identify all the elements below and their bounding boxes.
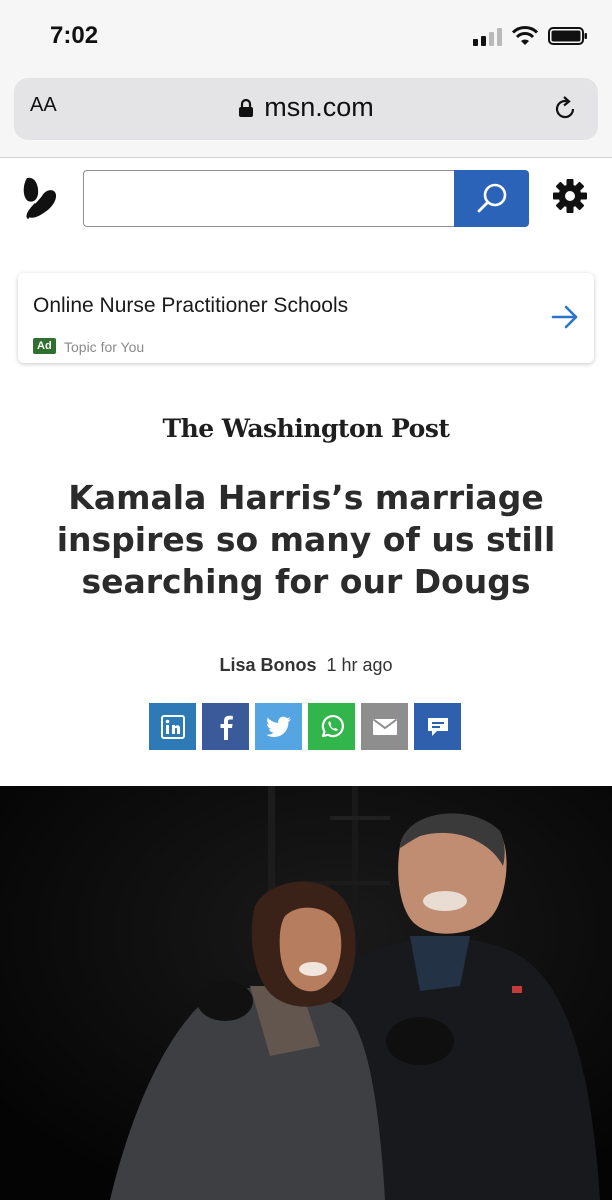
ad-title[interactable]: Online Nurse Practitioner Schools — [33, 294, 348, 318]
status-time: 7:02 — [50, 22, 99, 49]
url-text: msn.com — [264, 92, 374, 122]
facebook-icon — [220, 715, 233, 740]
ad-card[interactable]: Online Nurse Practitioner Schools Ad Top… — [18, 273, 594, 363]
email-icon — [372, 718, 397, 735]
publisher-logo[interactable]: The Washington Post — [0, 414, 612, 443]
linkedin-icon — [160, 714, 185, 739]
ad-subtitle: Topic for You — [64, 339, 145, 355]
msn-header — [0, 159, 612, 249]
author-name[interactable]: Lisa Bonos — [219, 655, 316, 675]
email-share-button[interactable] — [361, 703, 408, 750]
msn-butterfly-logo[interactable] — [20, 174, 62, 224]
comments-button[interactable] — [414, 703, 461, 750]
search-icon — [477, 183, 506, 212]
linkedin-share-button[interactable] — [149, 703, 196, 750]
reload-icon[interactable] — [550, 94, 580, 124]
gear-icon[interactable] — [552, 178, 588, 214]
signal-icon — [473, 28, 502, 46]
share-buttons — [149, 703, 461, 750]
facebook-share-button[interactable] — [202, 703, 249, 750]
lock-icon — [239, 98, 254, 117]
browser-toolbar: AA msn.com — [0, 72, 612, 158]
wifi-icon — [512, 26, 538, 45]
battery-icon — [548, 27, 587, 45]
twitter-share-button[interactable] — [255, 703, 302, 750]
photo-illustration — [0, 786, 612, 1200]
whatsapp-icon — [321, 714, 344, 737]
search-input[interactable] — [83, 170, 455, 227]
arrow-right-icon[interactable] — [550, 304, 580, 330]
publish-time: 1 hr ago — [326, 655, 393, 675]
address-bar[interactable]: AA msn.com — [14, 78, 598, 140]
whatsapp-share-button[interactable] — [308, 703, 355, 750]
ad-badge: Ad — [33, 338, 56, 354]
byline: Lisa Bonos 1 hr ago — [0, 655, 612, 676]
twitter-icon — [265, 716, 291, 737]
status-icons — [473, 26, 588, 46]
comment-icon — [427, 717, 448, 736]
search-button[interactable] — [454, 170, 529, 227]
article-photo[interactable] — [0, 786, 612, 1200]
status-bar: 7:02 — [0, 0, 612, 72]
article-headline: Kamala Harris’s marriage inspires so man… — [56, 478, 556, 601]
url-display[interactable]: msn.com — [14, 92, 598, 123]
